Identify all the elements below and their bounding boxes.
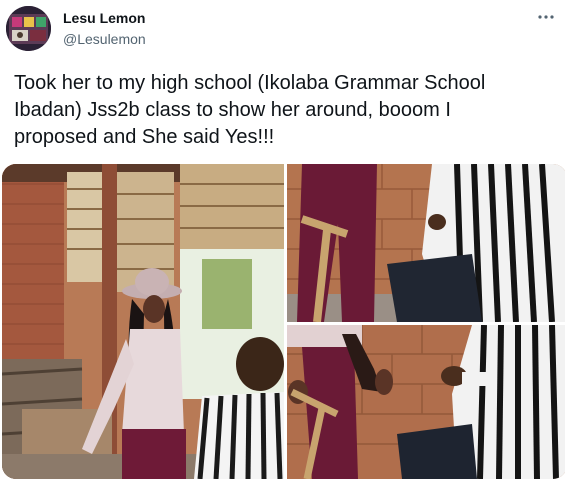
- kneeling-closeup-photo[interactable]: [287, 164, 565, 323]
- classroom-proposal-photo[interactable]: [2, 164, 284, 479]
- author-avatar[interactable]: [6, 6, 51, 51]
- avatar-image: [6, 6, 51, 51]
- tweet-text: Took her to my high school (Ikolaba Gram…: [14, 72, 486, 148]
- tweet-media-grid: [2, 164, 565, 479]
- ring-closeup-photo[interactable]: [287, 324, 565, 479]
- author-display-name[interactable]: Lesu Lemon: [63, 10, 145, 26]
- more-options-button[interactable]: [533, 6, 559, 28]
- author-handle[interactable]: @Lesulemon: [63, 31, 146, 47]
- more-horizontal-icon: [538, 15, 554, 19]
